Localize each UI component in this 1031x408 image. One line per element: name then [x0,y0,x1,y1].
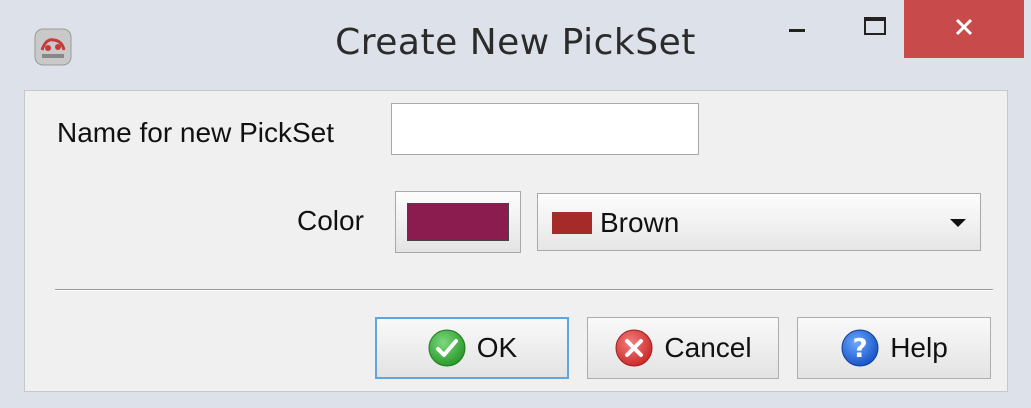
title-bar: Create New PickSet [0,0,1031,88]
dialog-window: Create New PickSet Name for new PickSet … [0,0,1031,408]
help-button[interactable]: ? Help [797,317,991,379]
cancel-label: Cancel [664,332,752,363]
close-button[interactable] [904,0,1024,58]
question-icon: ? [840,328,880,368]
help-label: Help [890,332,948,363]
x-circle-icon [614,328,654,368]
name-label: Name for new PickSet [57,117,334,148]
color-swatch [407,203,509,241]
close-icon [954,17,974,42]
svg-text:?: ? [853,334,868,364]
minimize-icon [787,16,807,41]
color-dropdown-value: Brown [600,207,680,238]
cancel-button[interactable]: Cancel [587,317,779,379]
separator [55,289,993,291]
color-dropdown[interactable]: Brown [537,193,981,251]
ok-button[interactable]: OK [375,317,569,379]
color-chip [552,212,592,234]
ok-label: OK [476,332,518,363]
check-icon [427,328,467,368]
chevron-down-icon [950,219,966,227]
maximize-icon [863,16,887,41]
color-swatch-button[interactable] [395,191,521,253]
minimize-button[interactable] [768,0,826,56]
color-label: Color [297,205,364,236]
maximize-button[interactable] [846,0,904,56]
pickset-name-input[interactable] [391,103,699,155]
dialog-content: Name for new PickSet Color Brown OK Canc… [24,90,1008,392]
